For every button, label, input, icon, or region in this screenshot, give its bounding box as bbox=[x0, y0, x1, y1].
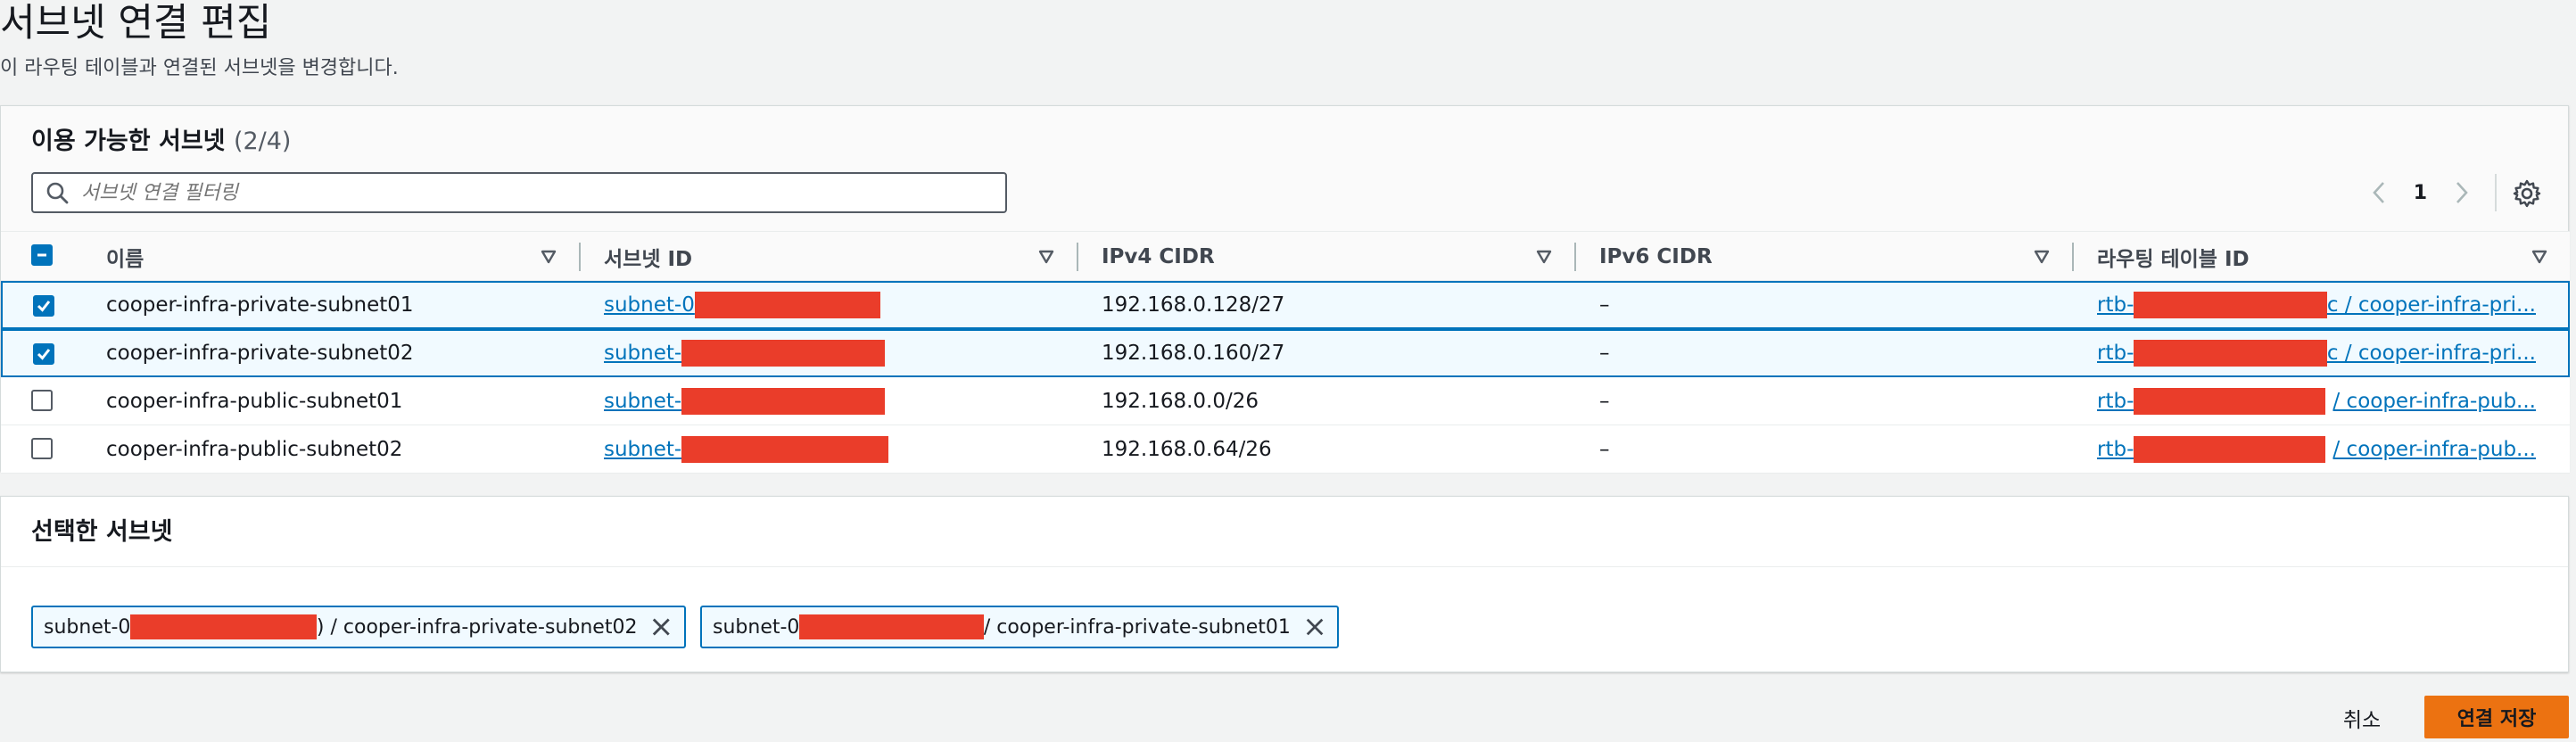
ipv6-cidr: – bbox=[1599, 342, 1610, 365]
route-table-suffix[interactable]: c / cooper-infra-pri... bbox=[2327, 293, 2536, 317]
sort-icon[interactable] bbox=[2033, 248, 2051, 266]
subnet-id-link[interactable]: subnet- bbox=[604, 331, 886, 375]
ipv6-cidr: – bbox=[1599, 293, 1610, 317]
route-table-link[interactable]: rtb-c / cooper-infra-pri... bbox=[2097, 283, 2536, 327]
column-divider[interactable] bbox=[579, 243, 581, 271]
row-checkbox[interactable] bbox=[31, 438, 53, 459]
route-table-suffix[interactable]: / cooper-infra-pub... bbox=[2332, 390, 2536, 413]
redaction-mark bbox=[130, 614, 317, 639]
ipv6-cidr: – bbox=[1599, 389, 1610, 413]
redaction-mark bbox=[2134, 387, 2326, 415]
ipv4-cidr: 192.168.0.0/26 bbox=[1102, 389, 1259, 413]
route-table-suffix[interactable]: c / cooper-infra-pri... bbox=[2327, 342, 2536, 365]
ipv6-cidr: – bbox=[1599, 437, 1610, 461]
subnet-id-link[interactable]: subnet- bbox=[604, 425, 889, 473]
table-header: 이름 서브넷 ID IPv4 CIDR IPv6 CIDR 라우팅 테이블 ID bbox=[1, 231, 2570, 281]
available-subnets-title: 이용 가능한 서브넷 (2/4) bbox=[31, 124, 291, 160]
selected-subnets-panel: 선택한 서브넷 subnet-0 ) / cooper-infra-private… bbox=[0, 496, 2569, 672]
table-row[interactable]: cooper-infra-public-subnet01 subnet- 192… bbox=[1, 377, 2570, 425]
subnet-id-prefix[interactable]: subnet-0 bbox=[604, 293, 695, 317]
column-divider[interactable] bbox=[2072, 243, 2074, 271]
close-icon[interactable] bbox=[651, 616, 672, 638]
subnet-name: cooper-infra-public-subnet01 bbox=[106, 389, 403, 413]
select-all-checkbox[interactable] bbox=[31, 244, 53, 266]
table-row[interactable]: cooper-infra-private-subnet02 subnet- 19… bbox=[1, 329, 2570, 377]
redaction-mark bbox=[681, 435, 889, 463]
subnet-name: cooper-infra-private-subnet01 bbox=[106, 293, 414, 317]
token-prefix: subnet-0 bbox=[713, 615, 800, 639]
ipv4-cidr: 192.168.0.64/26 bbox=[1102, 437, 1272, 461]
token-suffix: ) / cooper-infra-private-subnet02 bbox=[316, 615, 638, 639]
search-icon bbox=[46, 182, 69, 204]
route-table-prefix[interactable]: rtb- bbox=[2097, 293, 2134, 317]
route-table-link[interactable]: rtb- / cooper-infra-pub... bbox=[2097, 377, 2536, 425]
ipv4-cidr: 192.168.0.128/27 bbox=[1102, 293, 1285, 317]
cancel-button[interactable]: 취소 bbox=[2319, 696, 2405, 740]
token-prefix: subnet-0 bbox=[44, 615, 131, 639]
page-description: 이 라우팅 테이블과 연결된 서브넷을 변경합니다. bbox=[0, 57, 399, 79]
row-checkbox[interactable] bbox=[33, 295, 54, 317]
route-table-suffix[interactable]: / cooper-infra-pub... bbox=[2332, 438, 2536, 461]
subnet-id-prefix[interactable]: subnet- bbox=[604, 438, 681, 461]
selected-subnets-title: 선택한 서브넷 bbox=[31, 518, 173, 546]
filter-input[interactable] bbox=[81, 181, 973, 204]
close-icon[interactable] bbox=[1305, 616, 1325, 638]
subnet-name: cooper-infra-private-subnet02 bbox=[106, 342, 414, 365]
route-table-prefix[interactable]: rtb- bbox=[2097, 390, 2134, 413]
column-header-route-table-id[interactable]: 라우팅 테이블 ID bbox=[2097, 232, 2250, 282]
pagination-divider bbox=[2495, 174, 2497, 211]
route-table-prefix[interactable]: rtb- bbox=[2097, 342, 2134, 365]
filter-box[interactable] bbox=[31, 172, 1007, 213]
subnet-id-prefix[interactable]: subnet- bbox=[604, 342, 681, 365]
save-associations-button[interactable]: 연결 저장 bbox=[2424, 696, 2569, 738]
column-divider[interactable] bbox=[1077, 243, 1078, 271]
row-checkbox[interactable] bbox=[31, 390, 53, 411]
pagination: 1 bbox=[2371, 172, 2470, 213]
route-table-link[interactable]: rtb-c / cooper-infra-pri... bbox=[2097, 331, 2536, 375]
available-subnets-title-text: 이용 가능한 서브넷 bbox=[31, 128, 226, 155]
selected-subnet-token: subnet-0 ) / cooper-infra-private-subnet0… bbox=[31, 606, 686, 648]
table-row[interactable]: cooper-infra-private-subnet01 subnet-0 1… bbox=[1, 281, 2570, 329]
redaction-mark bbox=[2134, 340, 2327, 367]
redaction-mark bbox=[2134, 292, 2327, 318]
column-header-name[interactable]: 이름 bbox=[106, 232, 144, 282]
column-header-subnet-id[interactable]: 서브넷 ID bbox=[604, 232, 692, 282]
token-suffix: / cooper-infra-private-subnet01 bbox=[983, 615, 1291, 639]
sort-icon[interactable] bbox=[1037, 248, 1055, 266]
subnet-id-prefix[interactable]: subnet- bbox=[604, 390, 681, 413]
ipv4-cidr: 192.168.0.160/27 bbox=[1102, 342, 1285, 365]
subnet-id-link[interactable]: subnet-0 bbox=[604, 283, 880, 327]
redaction-mark bbox=[681, 340, 886, 367]
table-row[interactable]: cooper-infra-public-subnet02 subnet- 192… bbox=[1, 425, 2570, 474]
redaction-mark bbox=[694, 292, 880, 318]
subnet-id-link[interactable]: subnet- bbox=[604, 377, 886, 425]
gear-icon[interactable] bbox=[2513, 179, 2541, 208]
chevron-left-icon[interactable] bbox=[2371, 180, 2387, 205]
row-checkbox[interactable] bbox=[33, 343, 54, 365]
subnets-table: 이름 서브넷 ID IPv4 CIDR IPv6 CIDR 라우팅 테이블 ID… bbox=[1, 231, 2570, 474]
selected-subnet-token: subnet-0 / cooper-infra-private-subnet01 bbox=[700, 606, 1339, 648]
available-subnets-panel: 이용 가능한 서브넷 (2/4) 1 이름 서브넷 ID bbox=[0, 105, 2570, 474]
chevron-right-icon[interactable] bbox=[2454, 180, 2470, 205]
column-header-ipv6-cidr[interactable]: IPv6 CIDR bbox=[1599, 232, 1713, 282]
sort-icon[interactable] bbox=[540, 248, 557, 266]
route-table-prefix[interactable]: rtb- bbox=[2097, 438, 2134, 461]
current-page-number[interactable]: 1 bbox=[2414, 182, 2427, 204]
route-table-link[interactable]: rtb- / cooper-infra-pub... bbox=[2097, 425, 2536, 473]
subnet-name: cooper-infra-public-subnet02 bbox=[106, 437, 403, 461]
sort-icon[interactable] bbox=[2531, 248, 2548, 266]
redaction-mark bbox=[681, 387, 886, 415]
selection-count: (2/4) bbox=[233, 128, 292, 155]
column-header-ipv4-cidr[interactable]: IPv4 CIDR bbox=[1102, 232, 1215, 282]
column-divider[interactable] bbox=[1574, 243, 1576, 271]
sort-icon[interactable] bbox=[1535, 248, 1553, 266]
panel-divider bbox=[1, 566, 2568, 567]
redaction-mark bbox=[799, 614, 984, 639]
page-title: 서브넷 연결 편집 bbox=[0, 1, 272, 45]
redaction-mark bbox=[2134, 435, 2326, 463]
